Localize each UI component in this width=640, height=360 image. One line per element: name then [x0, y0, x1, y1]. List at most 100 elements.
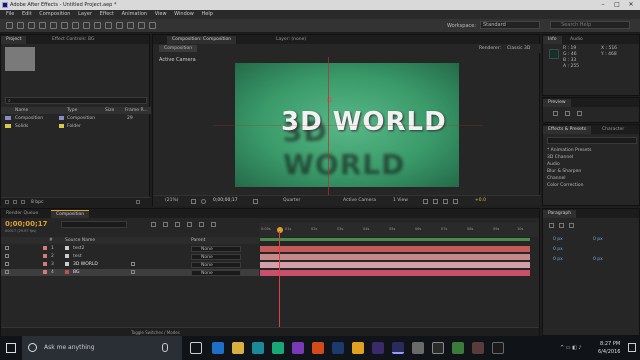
brush-tool-icon[interactable]: [105, 22, 112, 29]
tab-project[interactable]: Project: [1, 36, 27, 44]
cortana-search-box[interactable]: Ask me anything: [22, 336, 182, 360]
tab-layer-viewer[interactable]: Layer: (none): [271, 36, 311, 44]
close-button[interactable]: ✕: [624, 0, 638, 10]
visual-studio-icon[interactable]: [292, 342, 304, 354]
play-icon[interactable]: [565, 111, 570, 116]
layer-duration-bar[interactable]: [260, 246, 530, 252]
minimize-button[interactable]: –: [596, 0, 610, 10]
layer-duration-bar[interactable]: [260, 270, 530, 276]
renderer-select[interactable]: Classic 3D: [507, 45, 530, 52]
tab-preview[interactable]: Preview: [543, 99, 571, 107]
3d-layer-cube-icon[interactable]: [131, 262, 135, 266]
comp-breadcrumb[interactable]: Composition: [159, 45, 198, 52]
rectangle-tool-icon[interactable]: [72, 22, 79, 29]
snapshot-icon[interactable]: [253, 199, 258, 204]
timeline-search-input[interactable]: [61, 221, 127, 228]
selection-tool-icon[interactable]: [6, 22, 13, 29]
project-item[interactable]: Composition Composition 29: [1, 115, 151, 122]
exposure-value[interactable]: +0.0: [475, 196, 486, 206]
label-color-swatch[interactable]: [43, 270, 47, 274]
hand-tool-icon[interactable]: [17, 22, 24, 29]
camera-tool-icon[interactable]: [50, 22, 57, 29]
app-icon[interactable]: [272, 342, 284, 354]
align-left-icon[interactable]: [549, 223, 554, 228]
app-icon[interactable]: [452, 342, 464, 354]
app-icon[interactable]: [492, 342, 504, 354]
last-frame-icon[interactable]: [577, 111, 582, 116]
zoom-tool-icon[interactable]: [28, 22, 35, 29]
timeline-icon[interactable]: [443, 199, 448, 204]
menu-animation[interactable]: Animation: [122, 10, 148, 19]
label-color-swatch[interactable]: [43, 254, 47, 258]
toggle-pixel-aspect-icon[interactable]: [423, 199, 428, 204]
notifications-icon[interactable]: [628, 343, 636, 352]
space-before-value[interactable]: 0 px: [553, 257, 563, 262]
after-effects-taskbar-icon[interactable]: [392, 342, 404, 354]
tab-character[interactable]: Character: [597, 126, 629, 134]
label-color-swatch[interactable]: [43, 262, 47, 266]
menu-file[interactable]: File: [6, 10, 14, 19]
maximize-button[interactable]: □: [610, 0, 624, 10]
tab-effects-presets[interactable]: Effects & Presets: [543, 126, 592, 134]
menu-help[interactable]: Help: [201, 10, 212, 19]
align-right-icon[interactable]: [569, 223, 574, 228]
playhead-handle[interactable]: [277, 227, 283, 233]
rotate-tool-icon[interactable]: [39, 22, 46, 29]
layer-name[interactable]: test: [73, 253, 82, 260]
col-frame-rate[interactable]: Frame R...: [125, 107, 148, 114]
effects-category[interactable]: Audio: [547, 161, 560, 168]
roto-brush-tool-icon[interactable]: [138, 22, 145, 29]
effects-category[interactable]: Color Correction: [547, 182, 583, 189]
media-encoder-icon[interactable]: [412, 342, 424, 354]
pan-behind-tool-icon[interactable]: [61, 22, 68, 29]
effects-category[interactable]: * Animation Presets: [547, 147, 591, 154]
visibility-eye-icon[interactable]: [5, 262, 9, 266]
new-folder-icon[interactable]: [13, 200, 17, 204]
timeline-timecode[interactable]: 0;00;00;17: [5, 220, 48, 228]
edge-browser-icon[interactable]: [212, 342, 224, 354]
work-area-bar[interactable]: [260, 238, 530, 241]
composition-mini-flowchart-icon[interactable]: [151, 222, 156, 227]
menu-composition[interactable]: Composition: [39, 10, 70, 19]
title-3d-text[interactable]: 3D WORLD: [281, 107, 447, 137]
tab-composition-viewer[interactable]: Composition: Composition: [167, 36, 237, 44]
menu-edit[interactable]: Edit: [22, 10, 32, 19]
col-type[interactable]: Type: [67, 107, 77, 114]
tab-render-queue[interactable]: Render Queue: [1, 210, 43, 218]
toggle-switches-modes[interactable]: Toggle Switches / Modes: [131, 329, 180, 336]
pen-tool-icon[interactable]: [83, 22, 90, 29]
col-parent[interactable]: Parent: [191, 237, 205, 244]
3d-layer-cube-icon[interactable]: [131, 270, 135, 274]
layer-row[interactable]: 2 test None: [1, 253, 259, 260]
view-layout-select[interactable]: 1 View: [393, 196, 408, 206]
indent-left-value[interactable]: 0 px: [553, 237, 563, 242]
resolution-select[interactable]: Quarter: [283, 196, 300, 206]
align-center-icon[interactable]: [559, 223, 564, 228]
tab-composition-timeline[interactable]: Composition: [51, 210, 90, 218]
photoshop-icon[interactable]: [332, 342, 344, 354]
camera-view-select[interactable]: Active Camera: [343, 196, 376, 206]
shy-layers-icon[interactable]: [175, 222, 180, 227]
layer-name[interactable]: BG: [73, 269, 80, 276]
illustrator-icon[interactable]: [352, 342, 364, 354]
interpret-footage-icon[interactable]: [5, 200, 9, 204]
layer-row-selected[interactable]: 4 BG None: [1, 269, 259, 276]
tab-paragraph[interactable]: Paragraph: [543, 210, 577, 218]
tab-audio[interactable]: Audio: [565, 36, 588, 44]
layer-duration-bar[interactable]: [260, 262, 530, 268]
indent-right-value[interactable]: 0 px: [593, 237, 603, 242]
fast-previews-icon[interactable]: [433, 199, 438, 204]
parent-select[interactable]: None: [191, 253, 241, 260]
visibility-eye-icon[interactable]: [5, 246, 9, 250]
task-view-icon[interactable]: [190, 342, 202, 354]
type-tool-icon[interactable]: [94, 22, 101, 29]
clock-time[interactable]: 8:27 PM: [600, 341, 620, 347]
workspace-select[interactable]: Standard: [480, 21, 540, 29]
layer-row[interactable]: 3 3D WORLD None: [1, 261, 259, 268]
premiere-icon[interactable]: [372, 342, 384, 354]
trash-icon[interactable]: [136, 200, 140, 204]
flowchart-icon[interactable]: [453, 199, 458, 204]
tab-effect-controls[interactable]: Effect Controls: BG: [47, 36, 99, 44]
parent-select[interactable]: None: [191, 269, 241, 276]
first-frame-icon[interactable]: [553, 111, 558, 116]
